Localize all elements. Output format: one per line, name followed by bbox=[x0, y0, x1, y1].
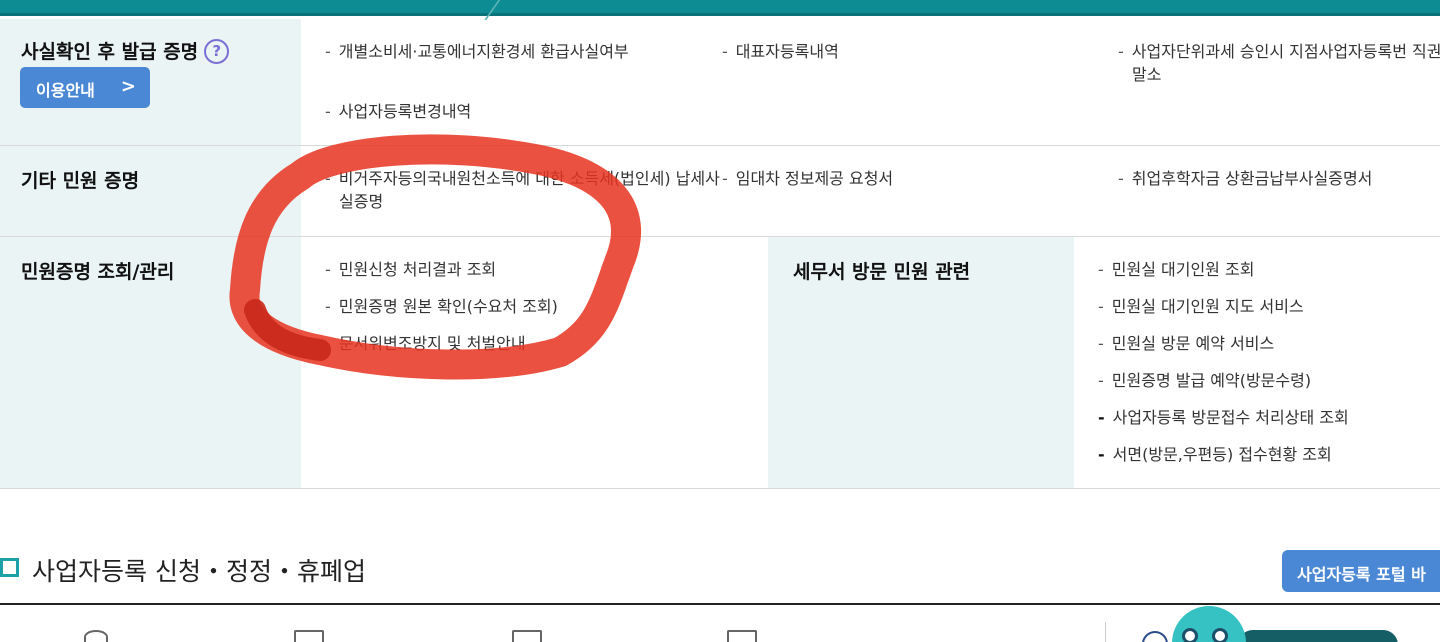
row-title-text: 사실확인 후 발급 증명 bbox=[21, 41, 199, 63]
link-item-label: 민원실 방문 예약 서비스 bbox=[1111, 334, 1275, 353]
row-title: 민원증명 조회/관리 bbox=[21, 261, 175, 283]
link-item[interactable]: - 임대차 정보제공 요청서 bbox=[722, 167, 893, 190]
link-item-label: 개별소비세·교통에너지환경세 환급사실여부 bbox=[338, 42, 629, 61]
link-item[interactable]: - 민원증명 원본 확인(수요처 조회) bbox=[325, 295, 558, 318]
link-item[interactable]: - 사업자등록 방문접수 처리상태 조회 bbox=[1098, 406, 1349, 429]
tab-divider bbox=[462, 0, 502, 20]
link-item[interactable]: - 민원실 방문 예약 서비스 bbox=[1098, 332, 1274, 355]
clock-icon bbox=[1142, 631, 1168, 642]
link-item-label: 민원실 대기인원 조회 bbox=[1111, 260, 1255, 279]
link-item-label: 임대차 정보제공 요청서 bbox=[735, 169, 894, 188]
link-item[interactable]: - 민원실 대기인원 지도 서비스 bbox=[1098, 295, 1304, 318]
document-icon[interactable] bbox=[294, 630, 324, 642]
section-divider bbox=[0, 603, 1440, 605]
link-item[interactable]: - 취업후학자금 상환금납부사실증명서 bbox=[1118, 167, 1372, 190]
mascot-eye bbox=[1182, 628, 1198, 642]
row-subtitle: 세무서 방문 민원 관련 bbox=[793, 261, 971, 283]
link-item[interactable]: - 서면(방문,우편등) 접수현황 조회 bbox=[1098, 443, 1332, 466]
calendar-icon[interactable] bbox=[727, 630, 757, 642]
link-item[interactable]: - 개별소비세·교통에너지환경세 환급사실여부 bbox=[325, 40, 629, 63]
chatbot-badge[interactable] bbox=[1238, 630, 1398, 642]
link-item[interactable]: - 사업자단위과세 승인시 지점사업자등록번 직권말소 bbox=[1118, 40, 1440, 86]
divider bbox=[1105, 622, 1106, 642]
row-certificate-inquiry: 민원증명 조회/관리 - 민원신청 처리결과 조회 - 민원증명 원본 확인(수요처… bbox=[0, 237, 1440, 489]
mascot-eye bbox=[1212, 628, 1228, 642]
row-header: 사실확인 후 발급 증명? 이용안내 > bbox=[0, 19, 301, 145]
link-item[interactable]: - 비거주자등의국내원천소득에 대한 소득세(법인세) 납세사실증명 bbox=[325, 167, 720, 213]
row-header: 기타 민원 증명 bbox=[0, 146, 301, 236]
top-tab-bar bbox=[0, 0, 1440, 20]
row-other-certificates: 기타 민원 증명 - 비거주자등의국내원천소득에 대한 소득세(법인세) 납세사실… bbox=[0, 146, 1440, 237]
usage-guide-button[interactable]: 이용안내 > bbox=[20, 67, 150, 108]
row-fact-check-certificates: 사실확인 후 발급 증명? 이용안내 > - 개별소비세·교통에너지환경세 환급사… bbox=[0, 19, 1440, 146]
chevron-right-icon: > bbox=[120, 76, 136, 97]
row-title: 기타 민원 증명 bbox=[21, 170, 140, 192]
clipboard-icon[interactable] bbox=[512, 630, 542, 642]
business-registration-portal-button[interactable]: 사업자등록 포털 바 bbox=[1282, 550, 1440, 592]
section-title: 사업자등록 신청・정정・휴폐업 bbox=[32, 557, 366, 586]
question-circle-icon[interactable]: ? bbox=[204, 39, 230, 64]
link-item-label: 민원증명 발급 예약(방문수령) bbox=[1111, 371, 1312, 390]
row-header: 민원증명 조회/관리 bbox=[0, 237, 301, 488]
link-item-label: 민원증명 원본 확인(수요처 조회) bbox=[338, 297, 558, 316]
link-item-label: 문서위변조방지 및 처벌안내 bbox=[338, 334, 526, 353]
link-item-label: 사업자등록변경내역 bbox=[338, 102, 472, 121]
link-item-label: 취업후학자금 상환금납부사실증명서 bbox=[1131, 169, 1373, 188]
link-item[interactable]: - 문서위변조방지 및 처벌안내 bbox=[325, 332, 526, 355]
portal-button-label: 사업자등록 포털 바 bbox=[1297, 565, 1426, 584]
link-item-label: 민원신청 처리결과 조회 bbox=[338, 260, 497, 279]
link-item[interactable]: - 민원증명 발급 예약(방문수령) bbox=[1098, 369, 1311, 392]
link-item[interactable]: - 사업자등록변경내역 bbox=[325, 100, 471, 123]
search-icon[interactable] bbox=[84, 630, 108, 642]
usage-guide-label: 이용안내 bbox=[36, 81, 95, 100]
link-item[interactable]: - 민원실 대기인원 조회 bbox=[1098, 258, 1254, 281]
link-item[interactable]: - 민원신청 처리결과 조회 bbox=[325, 258, 496, 281]
row-subheader: 세무서 방문 민원 관련 bbox=[768, 237, 1074, 488]
link-item-label: 사업자등록 방문접수 처리상태 조회 bbox=[1112, 408, 1349, 427]
link-item[interactable]: - 대표자등록내역 bbox=[722, 40, 839, 63]
square-bullet-icon bbox=[0, 558, 19, 577]
link-item-label: 사업자단위과세 승인시 지점사업자등록번 직권말소 bbox=[1131, 42, 1440, 84]
mascot-character-icon[interactable] bbox=[1172, 606, 1246, 642]
row-title: 사실확인 후 발급 증명? bbox=[21, 37, 230, 64]
link-item-label: 비거주자등의국내원천소득에 대한 소득세(법인세) 납세사실증명 bbox=[338, 169, 720, 211]
link-item-label: 대표자등록내역 bbox=[735, 42, 839, 61]
link-item-label: 민원실 대기인원 지도 서비스 bbox=[1111, 297, 1304, 316]
link-item-label: 서면(방문,우편등) 접수현황 조회 bbox=[1112, 445, 1332, 464]
